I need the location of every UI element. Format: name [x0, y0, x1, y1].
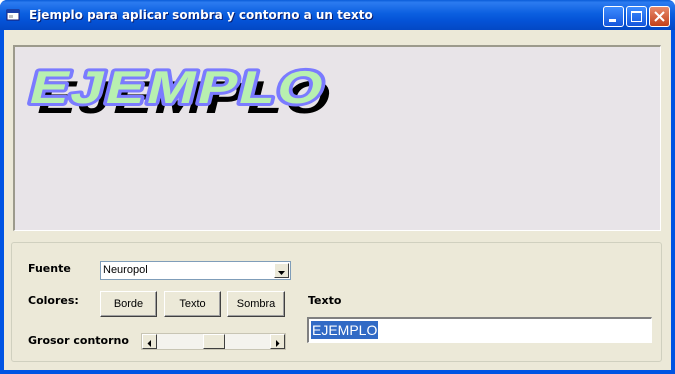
outline-thickness-scrollbar[interactable]	[141, 333, 286, 350]
minimize-icon	[609, 19, 616, 22]
arrow-right-icon	[276, 340, 280, 347]
border-color-button[interactable]: Borde	[100, 291, 157, 317]
shadow-color-button[interactable]: Sombra	[227, 291, 285, 317]
close-button[interactable]	[649, 6, 670, 27]
outline-thickness-label: Grosor contorno	[28, 334, 129, 347]
close-icon	[654, 11, 665, 22]
scroll-left-button[interactable]	[142, 334, 157, 349]
preview-text: EJEMPLO	[25, 62, 333, 113]
font-select-dropdown-button[interactable]	[274, 263, 289, 278]
font-label: Fuente	[28, 262, 71, 275]
text-input-value[interactable]: EJEMPLO	[311, 321, 379, 339]
scroll-thumb[interactable]	[203, 334, 225, 349]
vb-form-icon	[6, 9, 20, 21]
text-label: Texto	[308, 294, 342, 307]
client-area: EJEMPLO EJEMPLO EJEMPLO Fuente Neuropol …	[4, 30, 671, 370]
window-title: Ejemplo para aplicar sombra y contorno a…	[29, 8, 373, 22]
colors-label: Colores:	[28, 294, 79, 307]
font-select-value: Neuropol	[103, 264, 148, 276]
text-color-button[interactable]: Texto	[164, 291, 221, 317]
title-bar[interactable]: Ejemplo para aplicar sombra y contorno a…	[0, 0, 675, 30]
chevron-down-icon	[278, 271, 285, 275]
text-input[interactable]: EJEMPLO	[307, 317, 652, 343]
scroll-right-button[interactable]	[270, 334, 285, 349]
preview-svg: EJEMPLO EJEMPLO EJEMPLO	[22, 59, 340, 123]
preview-canvas: EJEMPLO EJEMPLO EJEMPLO	[13, 45, 661, 231]
app-window: Ejemplo para aplicar sombra y contorno a…	[0, 0, 675, 374]
maximize-button[interactable]	[626, 6, 647, 27]
arrow-left-icon	[147, 340, 151, 347]
minimize-button[interactable]	[603, 6, 624, 27]
font-select[interactable]: Neuropol	[100, 261, 291, 280]
maximize-icon	[631, 11, 642, 22]
